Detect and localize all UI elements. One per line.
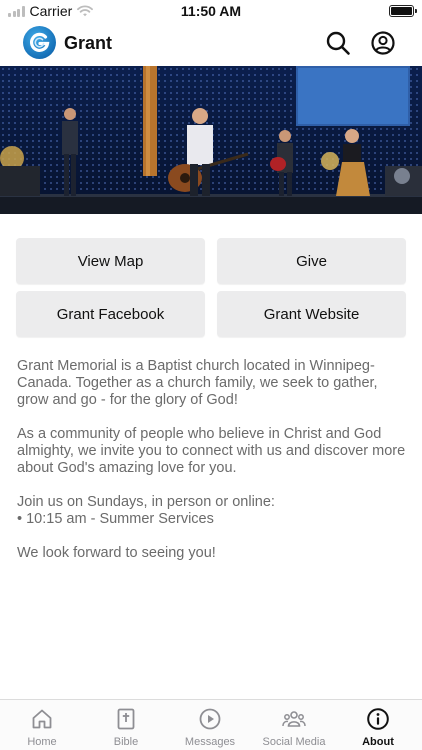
facebook-button[interactable]: Grant Facebook	[16, 291, 205, 337]
about-closing: We look forward to seeing you!	[17, 545, 216, 561]
app-header: Grant	[0, 22, 422, 66]
tab-home[interactable]: Home	[0, 700, 84, 750]
battery-icon	[389, 5, 417, 17]
account-button[interactable]	[370, 30, 396, 56]
hero-banner-image	[0, 66, 422, 214]
tab-home-label: Home	[27, 736, 57, 748]
people-icon	[282, 711, 306, 727]
app-title: Grant	[64, 33, 113, 53]
tab-about[interactable]: About	[336, 700, 420, 750]
play-circle-icon	[199, 708, 221, 730]
worship-stage-image	[0, 66, 422, 214]
website-button[interactable]: Grant Website	[217, 291, 406, 337]
tab-messages[interactable]: Messages	[168, 700, 252, 750]
about-paragraph-invite: As a community of people who believe in …	[17, 426, 406, 476]
bottom-tab-bar: Home Bible Messages Social Media About	[0, 699, 422, 750]
tab-about-label: About	[362, 736, 394, 748]
service-time-item: • 10:15 am - Summer Services	[17, 511, 214, 527]
status-bar: Carrier 11:50 AM	[0, 0, 422, 22]
tab-messages-label: Messages	[184, 736, 236, 748]
home-icon	[32, 709, 52, 729]
search-icon	[326, 31, 350, 55]
status-time: 11:50 AM	[180, 3, 242, 19]
church-logo	[23, 26, 56, 59]
about-description: Grant Memorial is a Baptist church locat…	[17, 358, 409, 579]
logo-g-icon	[30, 32, 50, 52]
info-icon	[367, 708, 389, 730]
search-button[interactable]	[325, 30, 351, 56]
bible-icon	[117, 708, 135, 730]
account-icon	[371, 31, 395, 55]
tab-bible[interactable]: Bible	[84, 700, 168, 750]
view-map-button[interactable]: View Map	[16, 238, 205, 284]
service-times-heading: Join us on Sundays, in person or online:	[17, 494, 275, 510]
tab-social-media-label: Social Media	[262, 736, 326, 748]
tab-bible-label: Bible	[113, 736, 139, 748]
tab-social-media[interactable]: Social Media	[252, 700, 336, 750]
about-paragraph-intro: Grant Memorial is a Baptist church locat…	[17, 358, 378, 408]
give-button[interactable]: Give	[217, 238, 406, 284]
